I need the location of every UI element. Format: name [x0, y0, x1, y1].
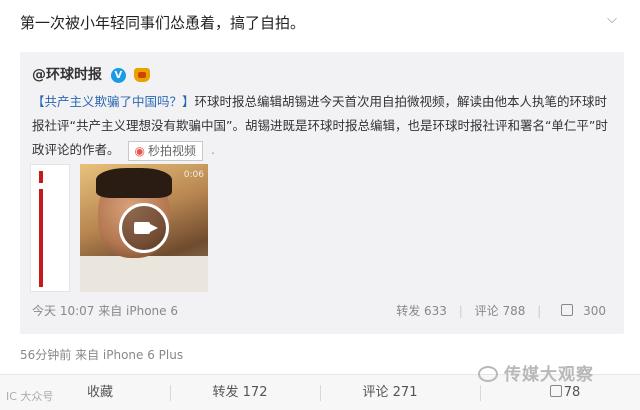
post-time: 56分钟前 来自 iPhone 6 Plus: [20, 348, 184, 362]
collect-button[interactable]: 收藏: [40, 375, 160, 410]
thumbs-up-icon: [561, 304, 574, 316]
repost-like-count: 300: [583, 304, 606, 318]
video-link-button[interactable]: ◉ 秒拍视频: [127, 140, 203, 161]
thumbs-up-icon: [549, 385, 562, 397]
thumbnail-strip[interactable]: [30, 164, 70, 292]
repost-body: 【共产主义欺骗了中国吗？】环球时报总编辑胡锡进今天首次用自拍微视频，解读由他本人…: [32, 90, 616, 162]
comment-button[interactable]: 评论 271: [330, 375, 450, 410]
watermark-left: IC 大众号: [6, 390, 54, 403]
divider: [170, 385, 171, 401]
separator: |: [537, 304, 542, 318]
video-hair: [96, 168, 172, 198]
video-thumbnail[interactable]: 0:06: [80, 164, 208, 292]
video-shirt: [80, 256, 208, 292]
divider: [320, 385, 321, 401]
topic-link[interactable]: 【共产主义欺骗了中国吗？】: [32, 94, 195, 109]
separator: |: [458, 304, 463, 318]
divider: [480, 385, 481, 401]
like-count: 78: [563, 385, 581, 400]
repost-author: @环球时报 V: [32, 64, 150, 84]
video-camera-icon: ◉: [134, 143, 145, 158]
watermark-right-text: 传媒大观察: [504, 365, 594, 385]
wechat-icon: [478, 366, 498, 382]
chevron-down-icon[interactable]: ⌵: [602, 10, 622, 30]
repost-actions: 转发 633 | 评论 788 | 300: [388, 302, 606, 319]
crown-icon: [133, 68, 150, 82]
play-button-icon[interactable]: [119, 203, 169, 253]
strip-mark: [39, 171, 43, 183]
video-link-label: 秒拍视频: [147, 143, 196, 158]
post-text: 第一次被小年轻同事们怂恿着，搞了自拍。: [20, 14, 306, 32]
repost-time: 今天 10:07 来自 iPhone 6: [32, 304, 178, 318]
repost-forward-link[interactable]: 转发 633: [396, 304, 447, 318]
camera-icon: [134, 222, 158, 234]
video-corner-mark: 0:06: [183, 170, 204, 180]
watermark-right: 传媒大观察: [478, 360, 594, 385]
strip-mark: [39, 189, 43, 287]
dot-icon: .: [210, 142, 215, 157]
repost-comment-link[interactable]: 评论 788: [475, 304, 526, 318]
author-name[interactable]: @环球时报: [32, 67, 102, 83]
forward-button[interactable]: 转发 172: [180, 375, 300, 410]
repost-card: @环球时报 V 【共产主义欺骗了中国吗？】环球时报总编辑胡锡进今天首次用自拍微视…: [20, 52, 624, 334]
verified-icon: V: [110, 67, 126, 83]
repost-like-link[interactable]: 300: [553, 304, 606, 318]
